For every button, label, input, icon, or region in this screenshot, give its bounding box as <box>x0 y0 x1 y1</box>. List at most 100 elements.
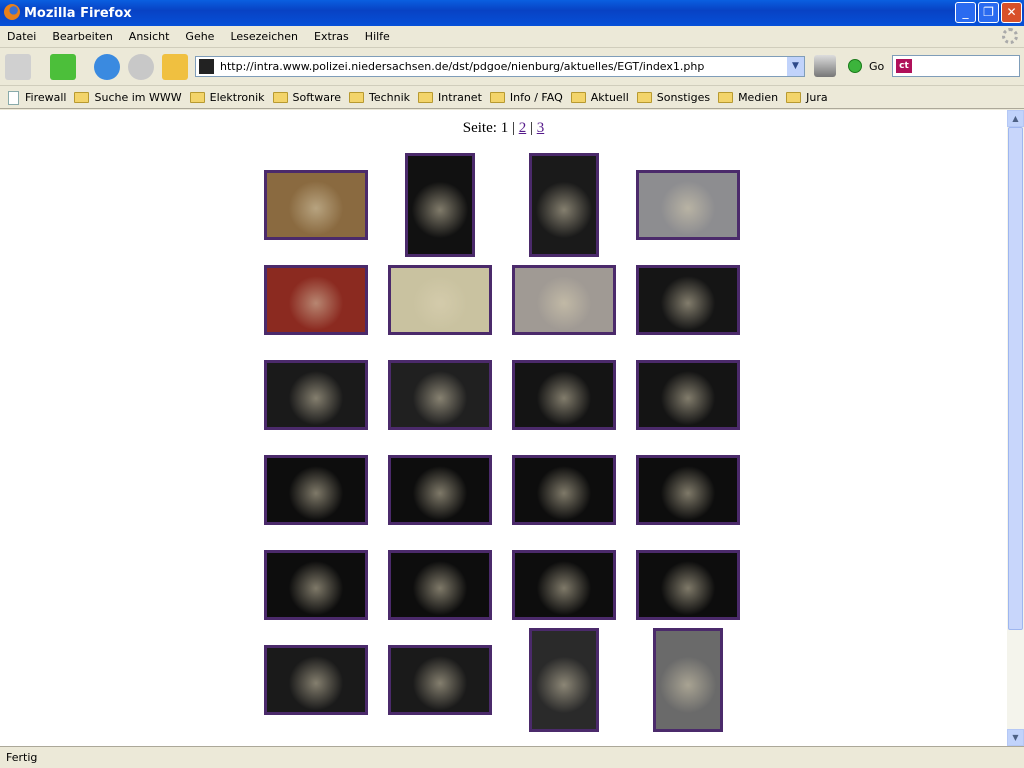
scroll-down-button[interactable]: ▼ <box>1007 729 1024 746</box>
minimize-button[interactable]: _ <box>955 2 976 23</box>
bookmark-item[interactable]: Elektronik <box>189 91 265 104</box>
evidence-thumbnail[interactable] <box>388 360 492 430</box>
page-content: Seite: 1 | 2 | 3 <box>0 110 1007 746</box>
pagination: Seite: 1 | 2 | 3 <box>0 120 1007 137</box>
bookmark-item[interactable]: Software <box>272 91 342 104</box>
evidence-thumbnail[interactable] <box>264 455 368 525</box>
menu-extras[interactable]: Extras <box>314 30 349 43</box>
go-icon[interactable] <box>848 59 862 73</box>
evidence-thumbnail[interactable] <box>388 265 492 335</box>
evidence-thumbnail[interactable] <box>512 550 616 620</box>
evidence-thumbnail[interactable] <box>405 153 475 257</box>
evidence-thumbnail[interactable] <box>636 360 740 430</box>
menu-hilfe[interactable]: Hilfe <box>365 30 390 43</box>
forward-button[interactable] <box>50 54 76 80</box>
stop-button[interactable] <box>128 54 154 80</box>
bookmark-label: Sonstiges <box>656 91 711 104</box>
menu-gehe[interactable]: Gehe <box>185 30 214 43</box>
search-input[interactable]: ct <box>892 55 1020 77</box>
bookmark-label: Info / FAQ <box>509 91 563 104</box>
folder-icon <box>349 92 364 103</box>
page-icon <box>8 90 19 105</box>
pager-label: Seite: <box>462 120 497 136</box>
evidence-thumbnail[interactable] <box>264 550 368 620</box>
firefox-logo-icon <box>4 4 20 20</box>
scrollbar-thumb[interactable] <box>1008 127 1023 630</box>
status-bar: Fertig <box>0 746 1024 768</box>
close-button[interactable]: ✕ <box>1001 2 1022 23</box>
restore-button[interactable]: ❐ <box>978 2 999 23</box>
search-engine-ct-icon[interactable]: ct <box>896 59 912 73</box>
menu-bar: Datei Bearbeiten Ansicht Gehe Lesezeiche… <box>0 26 1024 48</box>
folder-icon <box>570 92 586 103</box>
evidence-thumbnail[interactable] <box>529 628 599 732</box>
scroll-up-button[interactable]: ▲ <box>1007 110 1024 127</box>
back-button[interactable] <box>5 54 31 80</box>
bookmark-label: Intranet <box>438 91 482 104</box>
folder-icon <box>718 92 734 103</box>
evidence-thumbnail[interactable] <box>264 360 368 430</box>
pager-current: 1 <box>500 120 509 136</box>
menu-datei[interactable]: Datei <box>7 30 36 43</box>
window-title: Mozilla Firefox <box>24 5 132 21</box>
bookmark-label: Aktuell <box>590 91 629 104</box>
evidence-thumbnail[interactable] <box>388 645 492 715</box>
bookmark-item[interactable]: Jura <box>786 91 828 104</box>
bookmark-label: Software <box>292 91 342 104</box>
menu-lesezeichen[interactable]: Lesezeichen <box>230 30 298 43</box>
go-button[interactable]: Go <box>869 60 884 73</box>
folder-icon <box>272 92 288 103</box>
folder-icon <box>189 92 205 103</box>
pager-separator: | <box>529 120 533 136</box>
bookmark-item[interactable]: Info / FAQ <box>489 91 563 104</box>
evidence-thumbnail[interactable] <box>388 455 492 525</box>
bookmark-item[interactable]: Aktuell <box>570 91 629 104</box>
home-button[interactable] <box>162 54 188 80</box>
bookmark-item[interactable]: Sonstiges <box>636 91 711 104</box>
vertical-scrollbar[interactable]: ▲ ▼ <box>1007 110 1024 746</box>
bookmark-item[interactable]: Technik <box>349 91 410 104</box>
bookmark-item[interactable]: Firewall <box>8 90 67 105</box>
evidence-thumbnail[interactable] <box>653 628 723 732</box>
url-bar[interactable]: http://intra.www.polizei.niedersachsen.d… <box>195 56 805 77</box>
evidence-thumbnail[interactable] <box>264 645 368 715</box>
pager-link-2[interactable]: 2 <box>519 120 527 136</box>
folder-icon <box>489 92 505 103</box>
bookmark-label: Suche im WWW <box>94 91 182 104</box>
evidence-thumbnail[interactable] <box>512 455 616 525</box>
bookmarks-toolbar: Firewall Suche im WWW Elektronik Software Te… <box>0 87 1024 109</box>
evidence-thumbnail[interactable] <box>529 153 599 257</box>
throbber-icon <box>1002 28 1018 44</box>
menu-bearbeiten[interactable]: Bearbeiten <box>52 30 112 43</box>
status-text: Fertig <box>6 751 38 764</box>
evidence-thumbnail[interactable] <box>512 360 616 430</box>
bookmark-item[interactable]: Intranet <box>418 91 482 104</box>
evidence-thumbnail[interactable] <box>636 550 740 620</box>
reload-button[interactable] <box>94 54 120 80</box>
folder-icon <box>786 92 802 103</box>
folder-icon <box>74 92 90 103</box>
bookmark-label: Jura <box>806 91 828 104</box>
bookmark-label: Medien <box>738 91 779 104</box>
folder-icon <box>418 92 434 103</box>
evidence-thumbnail[interactable] <box>264 170 368 240</box>
folder-icon <box>636 92 652 103</box>
menu-ansicht[interactable]: Ansicht <box>129 30 170 43</box>
url-text: http://intra.www.polizei.niedersachsen.d… <box>220 60 705 73</box>
evidence-thumbnail[interactable] <box>636 265 740 335</box>
bookmark-item[interactable]: Medien <box>718 91 778 104</box>
site-favicon-icon <box>199 59 214 74</box>
url-dropdown-button[interactable]: ▼ <box>787 57 804 76</box>
bookmark-item[interactable]: Suche im WWW <box>74 91 182 104</box>
evidence-thumbnail[interactable] <box>636 455 740 525</box>
pager-separator: | <box>511 120 515 136</box>
bookmark-label: Elektronik <box>209 91 265 104</box>
print-button[interactable] <box>814 55 836 77</box>
evidence-thumbnail[interactable] <box>512 265 616 335</box>
evidence-thumbnail[interactable] <box>264 265 368 335</box>
evidence-thumbnail[interactable] <box>636 170 740 240</box>
pager-link-3[interactable]: 3 <box>537 120 545 136</box>
bookmark-label: Firewall <box>25 91 67 104</box>
bookmark-label: Technik <box>369 91 411 104</box>
evidence-thumbnail[interactable] <box>388 550 492 620</box>
